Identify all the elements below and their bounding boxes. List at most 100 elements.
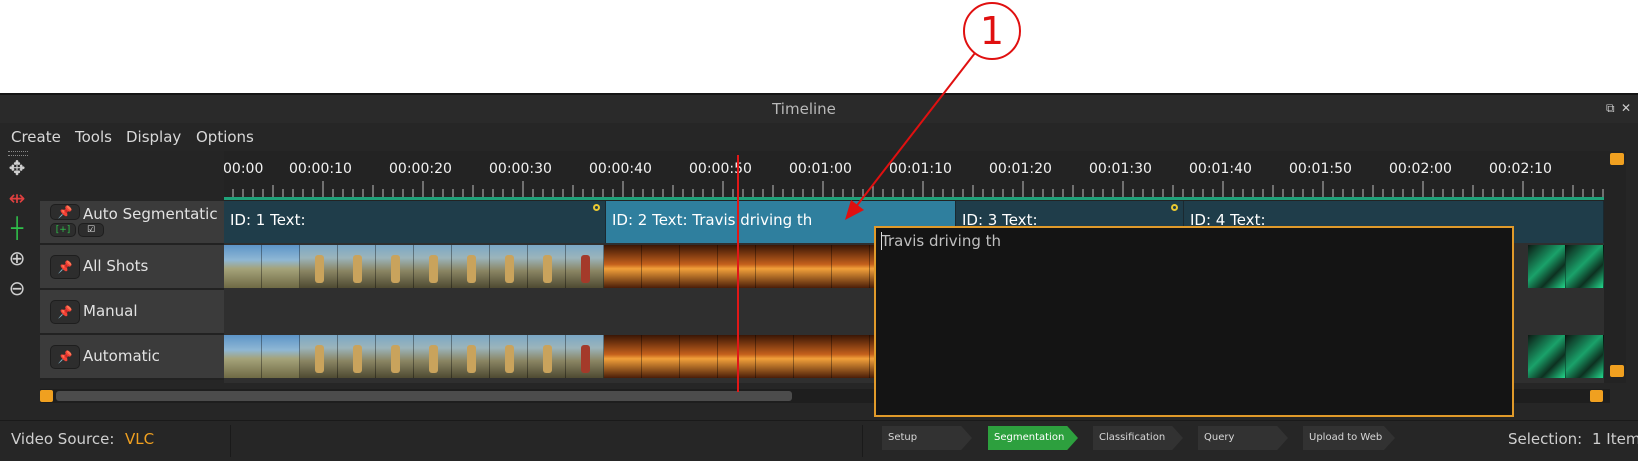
pin-icon[interactable]: 📌: [50, 255, 80, 279]
shot-thumbnail: [414, 335, 452, 378]
float-window-icon[interactable]: ⧉: [1606, 101, 1615, 116]
menu-tools[interactable]: Tools: [75, 128, 112, 146]
shot-thumbnail: [1566, 335, 1604, 378]
step-upload-to-web[interactable]: Upload to Web: [1303, 426, 1395, 450]
shot-thumbnail: [566, 245, 604, 288]
shot-thumbnail: [756, 335, 794, 378]
shot-thumbnail: [376, 335, 414, 378]
shot-thumbnail: [832, 245, 870, 288]
pin-icon[interactable]: 📌: [50, 300, 80, 324]
segment-1[interactable]: ID: 1 Text:: [224, 201, 606, 243]
annotation-marker: 1: [963, 2, 1021, 60]
ruler-time-label: 00:01:00: [789, 161, 852, 177]
edit-segment-icon[interactable]: ☑: [78, 223, 104, 237]
zoom-in-icon[interactable]: ⊕: [4, 245, 30, 271]
shot-thumbnail: [338, 335, 376, 378]
scroll-right-button[interactable]: [1590, 390, 1603, 402]
scroll-down-button[interactable]: [1610, 365, 1624, 377]
ruler-time-label: 00:01:10: [889, 161, 952, 177]
shot-thumbnail: [1566, 245, 1604, 288]
shot-thumbnail: [452, 245, 490, 288]
menu-display[interactable]: Display: [126, 128, 181, 146]
step-query[interactable]: Query: [1198, 426, 1288, 450]
tool-strip: ✥ ⇹ ┼ ⊕ ⊖: [0, 151, 38, 403]
shot-thumbnail: [680, 335, 718, 378]
vertical-scrollbar[interactable]: [1604, 151, 1626, 383]
shot-thumbnail: [528, 335, 566, 378]
ruler-time-label: 00:00:50: [689, 161, 752, 177]
shot-thumbnail: [490, 335, 528, 378]
shot-thumbnail: [300, 335, 338, 378]
shot-thumbnail: [642, 335, 680, 378]
shot-thumbnail: [604, 335, 642, 378]
ruler-time-label: 00:02:00: [1389, 161, 1452, 177]
shot-thumbnail: [1528, 335, 1566, 378]
segment-label: ID: 1 Text:: [230, 211, 306, 229]
status-divider: [862, 425, 863, 457]
shot-thumbnail: [224, 335, 262, 378]
track-manual[interactable]: 📌 Manual: [40, 290, 224, 335]
shot-thumbnail: [680, 245, 718, 288]
menu-bar: Create Tools Display Options: [0, 123, 1638, 151]
ruler-time-label: 00:00: [224, 161, 264, 177]
shot-thumbnail: [300, 245, 338, 288]
ruler-time-label: 00:00:30: [489, 161, 552, 177]
playhead[interactable]: [737, 155, 739, 392]
selection-label: Selection:: [1508, 430, 1583, 448]
pin-icon[interactable]: 📌: [50, 204, 80, 220]
status-divider: [230, 425, 231, 457]
scroll-thumb[interactable]: [56, 391, 792, 401]
shot-thumbnail: [566, 335, 604, 378]
cursor-icon[interactable]: ┼: [4, 215, 30, 241]
ruler-time-label: 00:00:40: [589, 161, 652, 177]
shot-thumbnail: [338, 245, 376, 288]
track-all-shots[interactable]: 📌 All Shots: [40, 245, 224, 290]
video-source-value[interactable]: VLC: [125, 430, 154, 448]
text-caret: [881, 232, 882, 250]
menu-create[interactable]: Create: [11, 128, 61, 146]
ruler-time-label: 00:02:10: [1489, 161, 1552, 177]
window-titlebar: Timeline ⧉ ✕: [0, 93, 1638, 123]
shot-thumbnail: [490, 245, 528, 288]
ruler-time-label: 00:01:30: [1089, 161, 1152, 177]
segment-handle-icon[interactable]: [593, 204, 600, 211]
scroll-left-button[interactable]: [40, 390, 53, 402]
shot-thumbnail: [794, 245, 832, 288]
segment-handle-icon[interactable]: [1171, 204, 1178, 211]
track-automatic[interactable]: 📌 Automatic: [40, 335, 224, 380]
add-segment-icon[interactable]: [+]: [50, 223, 76, 237]
scroll-up-button[interactable]: [1610, 153, 1624, 165]
move-icon[interactable]: ✥: [4, 155, 30, 181]
track-auto-segmentation[interactable]: 📌 [+] ☑ Auto Segmentatic: [40, 201, 224, 245]
shot-thumbnail: [224, 245, 262, 288]
shot-thumbnail: [376, 245, 414, 288]
video-source-label: Video Source:: [11, 430, 115, 448]
time-ruler[interactable]: 00:00 00:00:10 00:00:20 00:00:30 00:00:40 00:…: [224, 151, 1604, 201]
segment-text-input[interactable]: Travis driving th: [881, 232, 1001, 250]
track-label: Automatic: [83, 347, 160, 365]
shot-thumbnail: [832, 335, 870, 378]
shot-thumbnail: [1528, 245, 1566, 288]
shot-thumbnail: [452, 335, 490, 378]
ruler-time-label: 00:00:20: [389, 161, 452, 177]
shot-thumbnail: [756, 245, 794, 288]
selection-value: 1 Item: [1592, 430, 1638, 448]
pin-icon[interactable]: 📌: [50, 345, 80, 369]
menu-options[interactable]: Options: [196, 128, 254, 146]
track-label: Manual: [83, 302, 138, 320]
shot-thumbnail: [262, 245, 300, 288]
shot-thumbnail: [262, 335, 300, 378]
zoom-out-icon[interactable]: ⊖: [4, 275, 30, 301]
track-header-corner: [40, 151, 224, 202]
segment-text-editor[interactable]: Travis driving th: [874, 226, 1514, 417]
step-classification[interactable]: Classification: [1093, 426, 1183, 450]
ruler-time-label: 00:01:20: [989, 161, 1052, 177]
shot-thumbnail: [604, 245, 642, 288]
ruler-baseline: [224, 197, 1604, 200]
close-window-icon[interactable]: ✕: [1621, 101, 1631, 115]
step-segmentation[interactable]: Segmentation: [988, 426, 1078, 450]
split-icon[interactable]: ⇹: [4, 185, 30, 211]
track-label: Auto Segmentatic: [83, 205, 218, 223]
step-setup[interactable]: Setup: [882, 426, 972, 450]
ruler-time-label: 00:01:40: [1189, 161, 1252, 177]
